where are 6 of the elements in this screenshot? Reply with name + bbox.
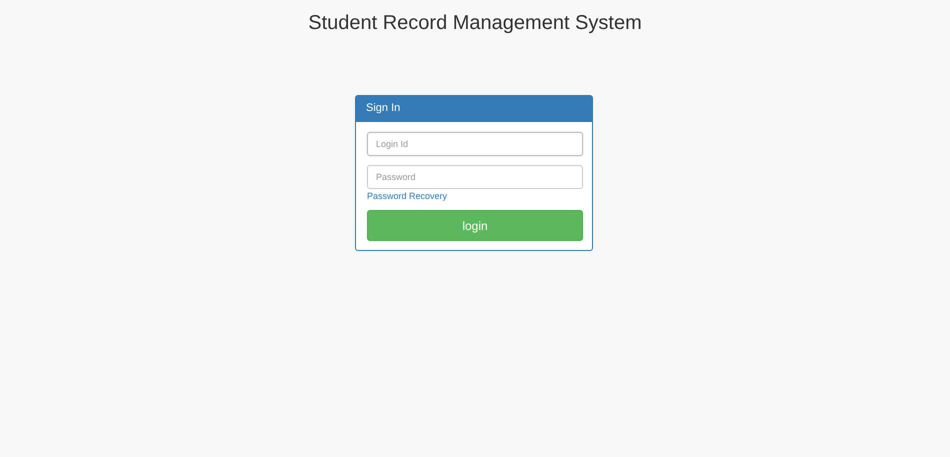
input-field[interactable]: Login Id <box>367 132 583 156</box>
input-field[interactable]: Password <box>367 165 583 189</box>
panel-title: Sign In <box>356 96 592 122</box>
login-button[interactable]: login <box>367 210 583 241</box>
password-recovery-link[interactable]: Password Recovery <box>367 191 448 201</box>
page-title: Student Record Management System <box>308 11 642 36</box>
